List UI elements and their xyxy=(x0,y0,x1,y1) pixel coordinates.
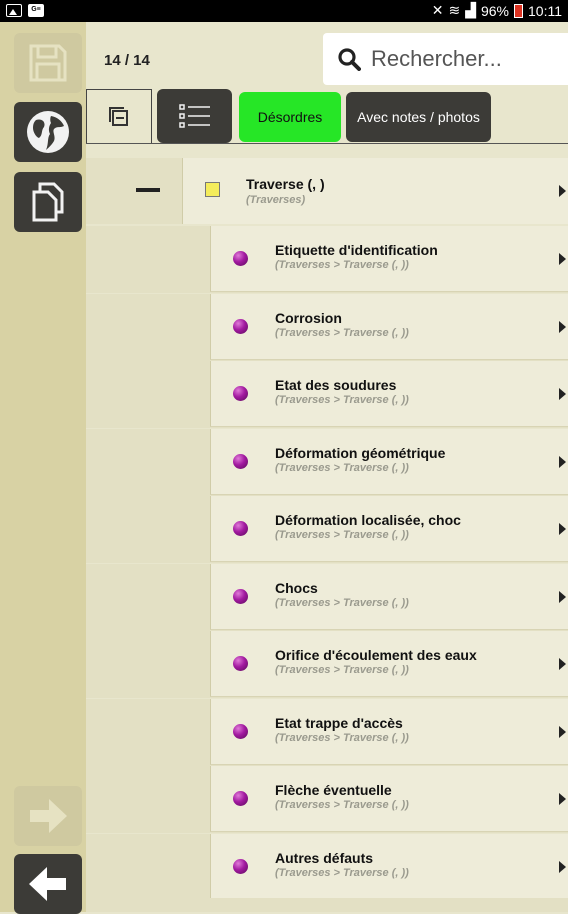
battery-level: 96% xyxy=(480,2,509,19)
chevron-right-icon[interactable] xyxy=(559,726,566,738)
list-icon xyxy=(178,104,210,128)
bullet-icon xyxy=(233,454,248,469)
child-subtitle: (Traverses > Traverse (, )) xyxy=(275,529,409,541)
search-icon xyxy=(338,48,361,71)
child-title: Etiquette d'identification xyxy=(275,242,438,258)
bullet-icon xyxy=(233,859,248,874)
status-bar: G≡ ✕ ≋ ▟ 96% 10:11 xyxy=(0,0,568,22)
child-subtitle: (Traverses > Traverse (, )) xyxy=(275,664,409,676)
gallery-notification-icon xyxy=(6,4,22,17)
chevron-right-icon[interactable] xyxy=(559,523,566,535)
chevron-right-icon[interactable] xyxy=(559,456,566,468)
parent-title: Traverse (, ) xyxy=(246,176,325,192)
child-subtitle: (Traverses > Traverse (, )) xyxy=(275,394,409,406)
bullet-icon xyxy=(233,724,248,739)
bullet-icon xyxy=(233,656,248,671)
save-icon xyxy=(29,44,67,82)
chevron-right-icon[interactable] xyxy=(559,185,566,197)
tree-parent-row[interactable] xyxy=(182,158,568,224)
status-notifications: G≡ xyxy=(6,4,44,17)
signal-icon: ▟ xyxy=(465,2,476,18)
child-subtitle: (Traverses > Traverse (, )) xyxy=(275,259,409,271)
left-rail xyxy=(0,22,86,914)
item-counter: 14 / 14 xyxy=(104,52,150,69)
element-marker-icon xyxy=(205,182,220,197)
search-box[interactable] xyxy=(323,33,568,85)
arrow-right-icon xyxy=(30,799,67,833)
bullet-icon xyxy=(233,319,248,334)
battery-icon xyxy=(514,3,523,18)
parent-subtitle: (Traverses) xyxy=(246,194,306,206)
child-title: Orifice d'écoulement des eaux xyxy=(275,647,477,663)
filter-notes-photos-button[interactable]: Avec notes / photos xyxy=(346,92,491,142)
child-title: Etat des soudures xyxy=(275,377,397,393)
collapse-all-button[interactable] xyxy=(86,89,152,143)
globe-icon xyxy=(27,111,69,153)
wifi-icon: ≋ xyxy=(448,2,461,18)
child-title: Corrosion xyxy=(275,310,342,326)
filter-desordres-button[interactable]: Désordres xyxy=(239,92,341,142)
arrow-left-icon xyxy=(29,867,66,901)
status-indicators: ✕ ≋ ▟ 96% 10:11 xyxy=(432,2,562,19)
next-button[interactable] xyxy=(14,786,82,846)
search-input[interactable] xyxy=(369,45,553,73)
chevron-right-icon[interactable] xyxy=(559,388,566,400)
list-view-button[interactable] xyxy=(157,89,232,143)
bullet-icon xyxy=(233,791,248,806)
child-subtitle: (Traverses > Traverse (, )) xyxy=(275,462,409,474)
chevron-right-icon[interactable] xyxy=(559,793,566,805)
clock: 10:11 xyxy=(528,2,562,19)
map-button[interactable] xyxy=(14,102,82,162)
child-title: Déformation localisée, choc xyxy=(275,512,461,528)
chevron-right-icon[interactable] xyxy=(559,321,566,333)
collapse-toggle-icon[interactable] xyxy=(136,188,160,192)
bullet-icon xyxy=(233,251,248,266)
bullet-icon xyxy=(233,386,248,401)
child-title: Déformation géométrique xyxy=(275,445,446,461)
copy-icon xyxy=(32,182,64,222)
child-subtitle: (Traverses > Traverse (, )) xyxy=(275,799,409,811)
documents-button[interactable] xyxy=(14,172,82,232)
chevron-right-icon[interactable] xyxy=(559,591,566,603)
chevron-right-icon[interactable] xyxy=(559,658,566,670)
bullet-icon xyxy=(233,521,248,536)
child-title: Autres défauts xyxy=(275,850,374,866)
list-bottom xyxy=(86,898,568,912)
keyboard-notification-icon: G≡ xyxy=(28,4,44,17)
chevron-right-icon[interactable] xyxy=(559,253,566,265)
child-subtitle: (Traverses > Traverse (, )) xyxy=(275,597,409,609)
child-title: Chocs xyxy=(275,580,318,596)
child-title: Etat trappe d'accès xyxy=(275,715,403,731)
collapse-icon xyxy=(109,106,128,126)
save-button[interactable] xyxy=(14,33,82,93)
mute-icon: ✕ xyxy=(431,2,444,18)
toolbar-divider xyxy=(86,143,568,144)
child-title: Flèche éventuelle xyxy=(275,782,392,798)
chevron-right-icon[interactable] xyxy=(559,861,566,873)
bullet-icon xyxy=(233,589,248,604)
child-subtitle: (Traverses > Traverse (, )) xyxy=(275,732,409,744)
child-subtitle: (Traverses > Traverse (, )) xyxy=(275,867,409,879)
child-subtitle: (Traverses > Traverse (, )) xyxy=(275,327,409,339)
back-button[interactable] xyxy=(14,854,82,914)
